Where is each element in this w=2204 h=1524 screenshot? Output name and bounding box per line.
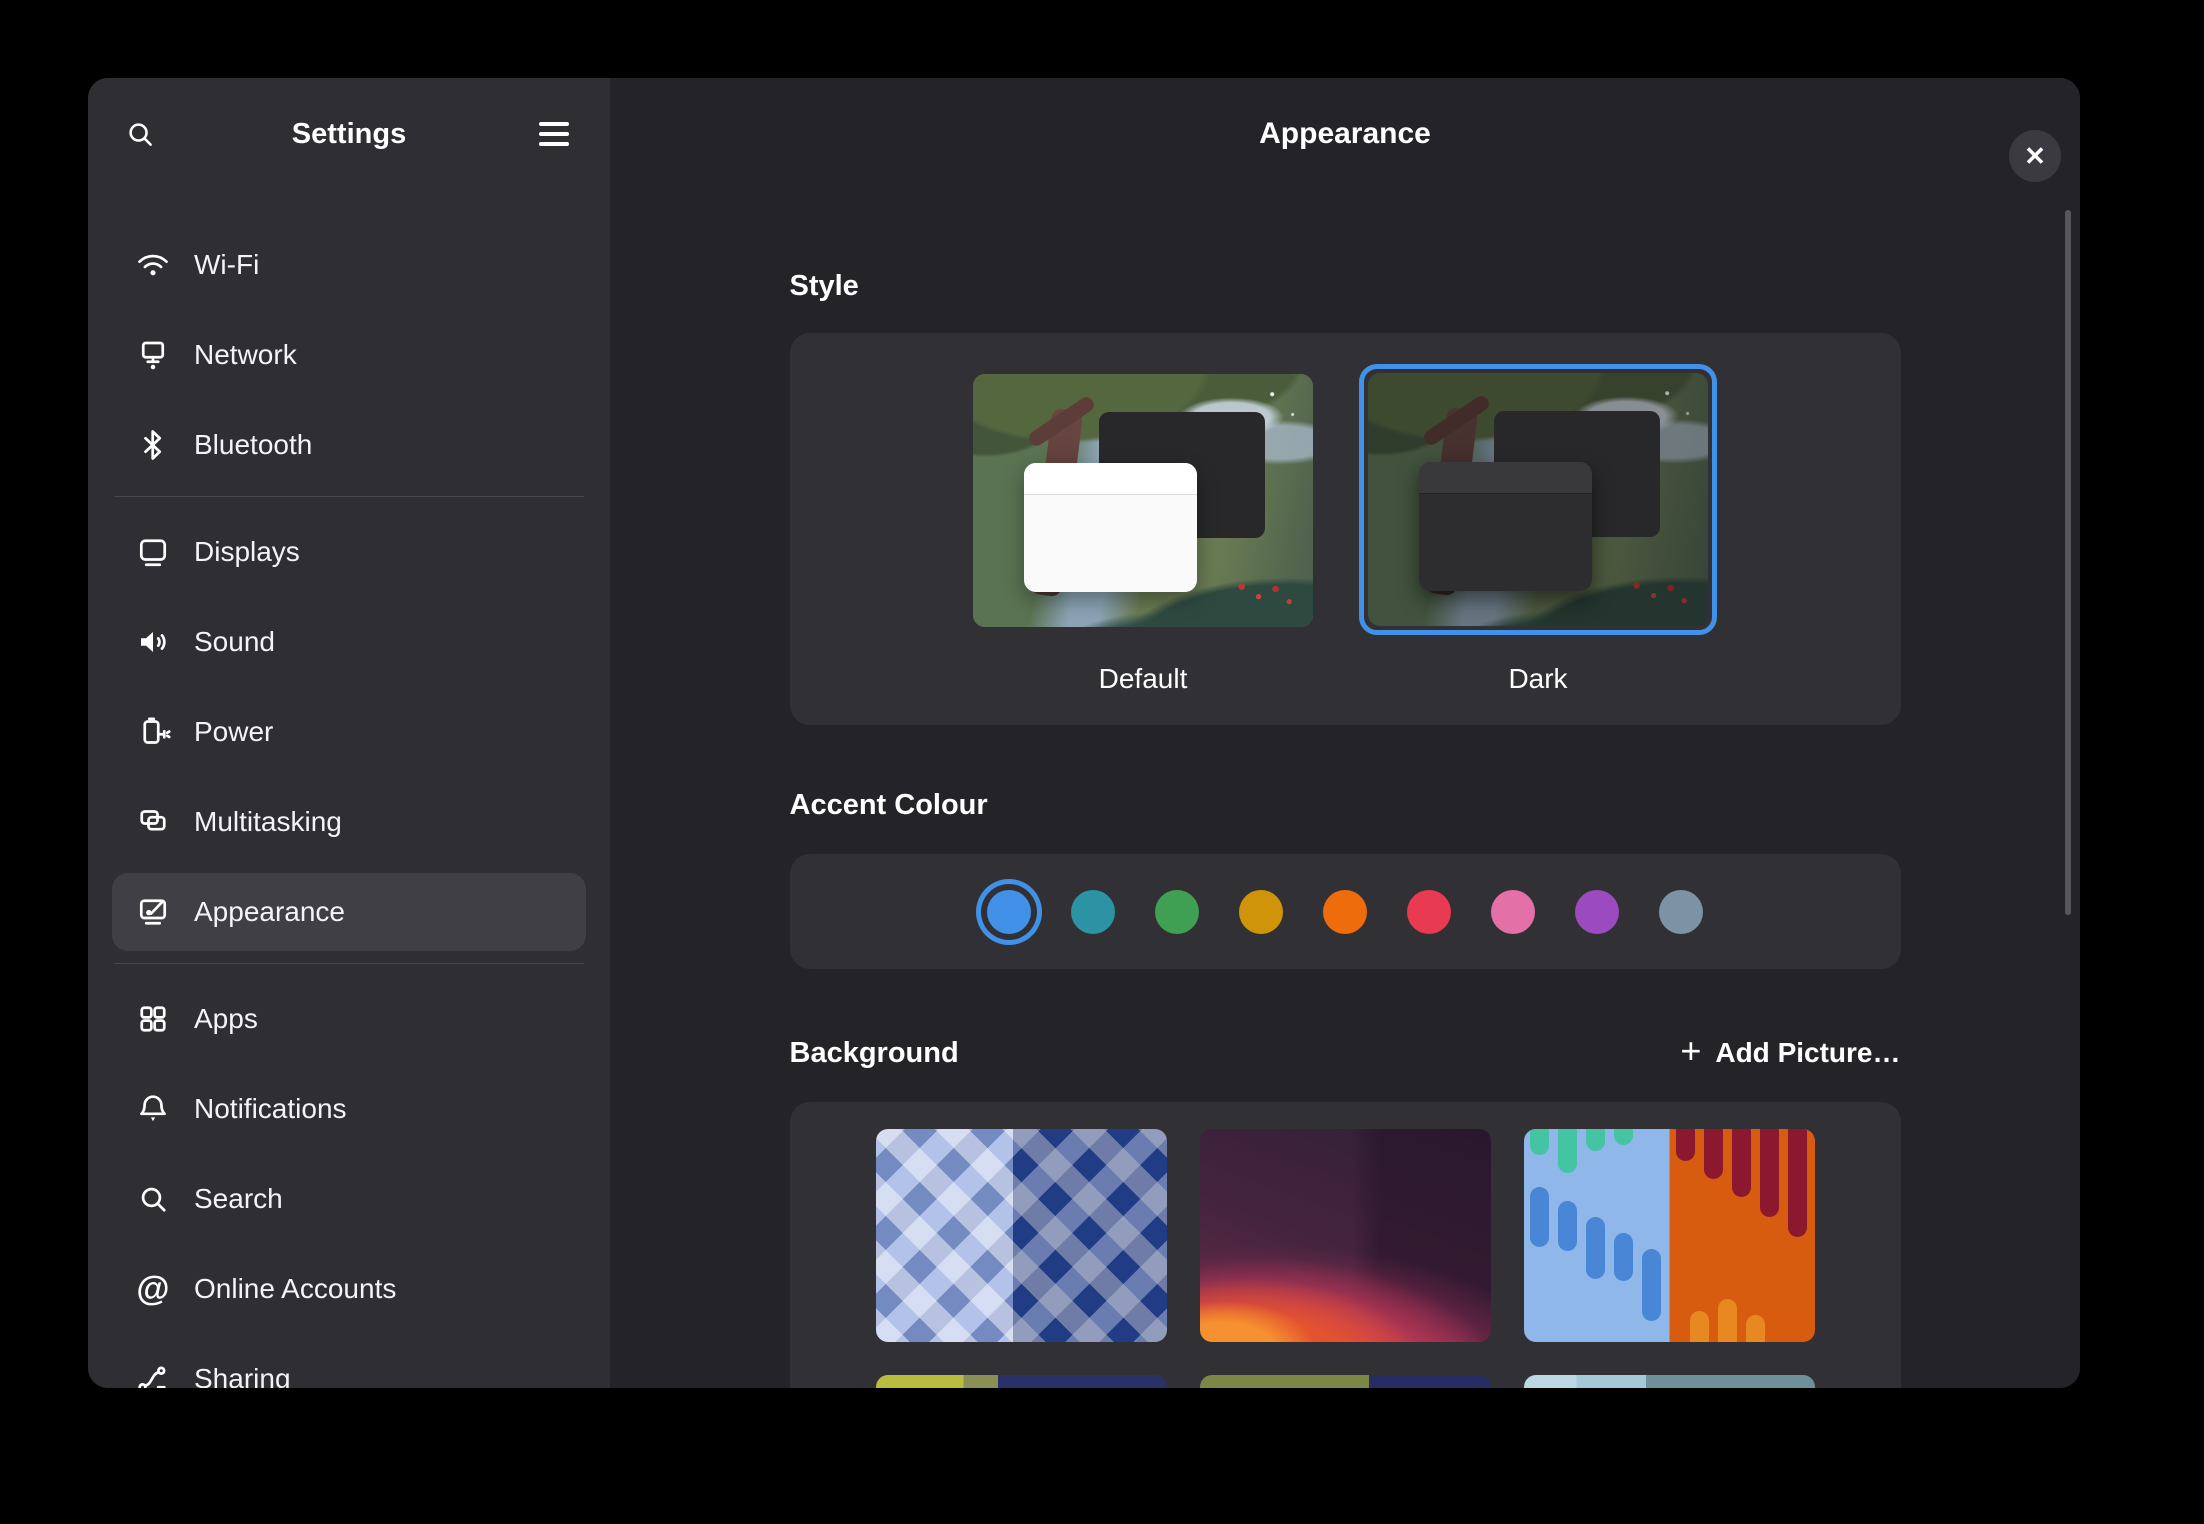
sidebar-item-label: Sharing [194, 1363, 291, 1388]
wallpaper-thumb-dark-waves[interactable] [1200, 1129, 1491, 1342]
hamburger-icon [539, 122, 569, 146]
bell-icon [134, 1090, 172, 1128]
accent-swatch-green[interactable] [1155, 890, 1199, 934]
style-option-label: Default [1099, 663, 1188, 695]
sidebar-item-bluetooth[interactable]: Bluetooth [112, 406, 586, 484]
sidebar-title: Settings [174, 118, 524, 151]
sidebar-item-appearance[interactable]: Appearance [112, 873, 586, 951]
sidebar-item-label: Network [194, 339, 297, 371]
wallpaper-thumb-blue-cubes[interactable] [876, 1129, 1167, 1342]
appearance-icon [134, 893, 172, 931]
wallpaper-thumb-drips[interactable] [1524, 1129, 1815, 1342]
sidebar-item-label: Power [194, 716, 273, 748]
accent-swatch-blue[interactable] [987, 890, 1031, 934]
wallpaper-row [790, 1375, 1901, 1388]
sidebar-item-network[interactable]: Network [112, 316, 586, 394]
background-heading: Background [790, 1037, 959, 1070]
sidebar-item-label: Online Accounts [194, 1273, 396, 1305]
sidebar-item-search[interactable]: Search [112, 1160, 586, 1238]
sidebar-item-sound[interactable]: Sound [112, 603, 586, 681]
close-icon: ✕ [2024, 143, 2046, 169]
accent-swatch-teal[interactable] [1071, 890, 1115, 934]
sidebar-item-wifi[interactable]: Wi-Fi [112, 226, 586, 304]
accent-swatch-slate[interactable] [1659, 890, 1703, 934]
accent-swatch-orange[interactable] [1323, 890, 1367, 934]
accent-colour-card [790, 854, 1901, 969]
sidebar-item-apps[interactable]: Apps [112, 980, 586, 1058]
sidebar-item-label: Notifications [194, 1093, 347, 1125]
default-style-preview [973, 374, 1313, 627]
wifi-icon [134, 246, 172, 284]
multitasking-icon [134, 803, 172, 841]
search-icon [134, 1180, 172, 1218]
sidebar-item-sharing[interactable]: Sharing [112, 1340, 586, 1388]
accent-swatch-pink[interactable] [1491, 890, 1535, 934]
sidebar-item-label: Search [194, 1183, 283, 1215]
style-option-dark[interactable]: Dark [1359, 364, 1717, 725]
style-option-default[interactable]: Default [973, 374, 1313, 725]
background-header-row: Background + Add Picture… [790, 1035, 1901, 1071]
sidebar-item-online-accounts[interactable]: @ Online Accounts [112, 1250, 586, 1328]
main-header: Appearance ✕ [610, 78, 2080, 190]
sharing-icon [134, 1360, 172, 1388]
plus-icon: + [1680, 1033, 1701, 1069]
bluetooth-icon [134, 426, 172, 464]
close-button[interactable]: ✕ [2009, 130, 2061, 182]
add-picture-label: Add Picture… [1715, 1037, 1900, 1069]
wallpaper-thumb-light-blue[interactable] [1524, 1375, 1815, 1388]
wallpaper-row [790, 1129, 1901, 1342]
sound-icon [134, 623, 172, 661]
sidebar-item-label: Displays [194, 536, 300, 568]
sidebar-item-label: Bluetooth [194, 429, 312, 461]
appearance-panel: Appearance ✕ Style Default [610, 78, 2080, 1388]
network-icon [134, 336, 172, 374]
selected-style-border [1359, 364, 1717, 635]
style-heading: Style [790, 270, 1901, 303]
sidebar: Settings Wi-Fi Network [88, 78, 610, 1388]
mock-window-light [1024, 463, 1197, 592]
sidebar-item-label: Sound [194, 626, 275, 658]
apps-grid-icon [134, 1000, 172, 1038]
sidebar-divider [114, 496, 584, 497]
search-icon [123, 117, 157, 151]
sidebar-item-label: Apps [194, 1003, 258, 1035]
sidebar-item-displays[interactable]: Displays [112, 513, 586, 591]
menu-button[interactable] [524, 104, 584, 164]
accent-colour-heading: Accent Colour [790, 789, 1901, 822]
background-card [790, 1102, 1901, 1388]
sidebar-divider [114, 963, 584, 964]
displays-icon [134, 533, 172, 571]
sidebar-item-notifications[interactable]: Notifications [112, 1070, 586, 1148]
at-symbol-icon: @ [134, 1270, 172, 1308]
scrollbar-thumb[interactable] [2065, 210, 2071, 915]
add-picture-button[interactable]: + Add Picture… [1680, 1035, 1900, 1071]
wallpaper-thumb-green-navy[interactable] [876, 1375, 1167, 1388]
accent-swatch-red[interactable] [1407, 890, 1451, 934]
page-title: Appearance [1259, 117, 1431, 151]
sidebar-item-multitasking[interactable]: Multitasking [112, 783, 586, 861]
sidebar-item-label: Wi-Fi [194, 249, 259, 281]
accent-swatch-yellow[interactable] [1239, 890, 1283, 934]
wallpaper-thumb-olive-navy[interactable] [1200, 1375, 1491, 1388]
search-button[interactable] [110, 104, 170, 164]
dark-style-preview [1368, 373, 1708, 626]
sidebar-header: Settings [88, 78, 610, 190]
mock-window-dark [1419, 462, 1592, 591]
style-option-label: Dark [1508, 663, 1567, 695]
sidebar-item-power[interactable]: Power [112, 693, 586, 771]
settings-window: Settings Wi-Fi Network [88, 78, 2080, 1388]
accent-swatch-purple[interactable] [1575, 890, 1619, 934]
sidebar-nav: Wi-Fi Network Bluetooth Displays [88, 190, 610, 1388]
sidebar-item-label: Multitasking [194, 806, 342, 838]
power-icon [134, 713, 172, 751]
main-content: Style Default [610, 190, 2080, 1388]
style-card: Default Dark [790, 333, 1901, 725]
sidebar-item-label: Appearance [194, 896, 345, 928]
